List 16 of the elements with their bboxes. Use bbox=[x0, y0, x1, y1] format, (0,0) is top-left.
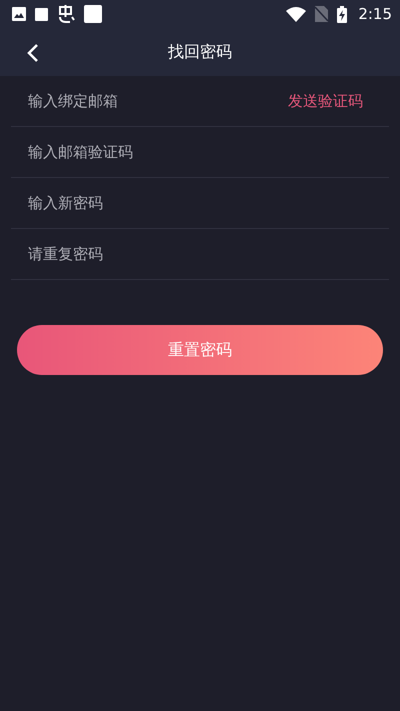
page-title: 找回密码 bbox=[168, 42, 232, 62]
clock-time: 2:15 bbox=[358, 5, 392, 23]
image-icon bbox=[12, 7, 26, 21]
reset-password-button[interactable]: 重置密码 bbox=[17, 325, 383, 375]
input-field[interactable]: 输入新密码 bbox=[28, 188, 363, 218]
square-icon bbox=[84, 5, 102, 23]
input-field[interactable]: 输入绑定邮箱 bbox=[28, 86, 288, 116]
send-code-link[interactable]: 发送验证码 bbox=[288, 92, 363, 110]
back-button[interactable] bbox=[26, 43, 40, 63]
app-notification-icon bbox=[57, 5, 75, 23]
square-icon bbox=[35, 8, 48, 20]
no-sim-icon bbox=[315, 6, 328, 22]
battery-charging-icon bbox=[337, 6, 348, 22]
wifi-icon bbox=[286, 6, 306, 22]
input-field[interactable]: 输入邮箱验证码 bbox=[28, 137, 363, 167]
input-field[interactable]: 请重复密码 bbox=[28, 239, 363, 269]
